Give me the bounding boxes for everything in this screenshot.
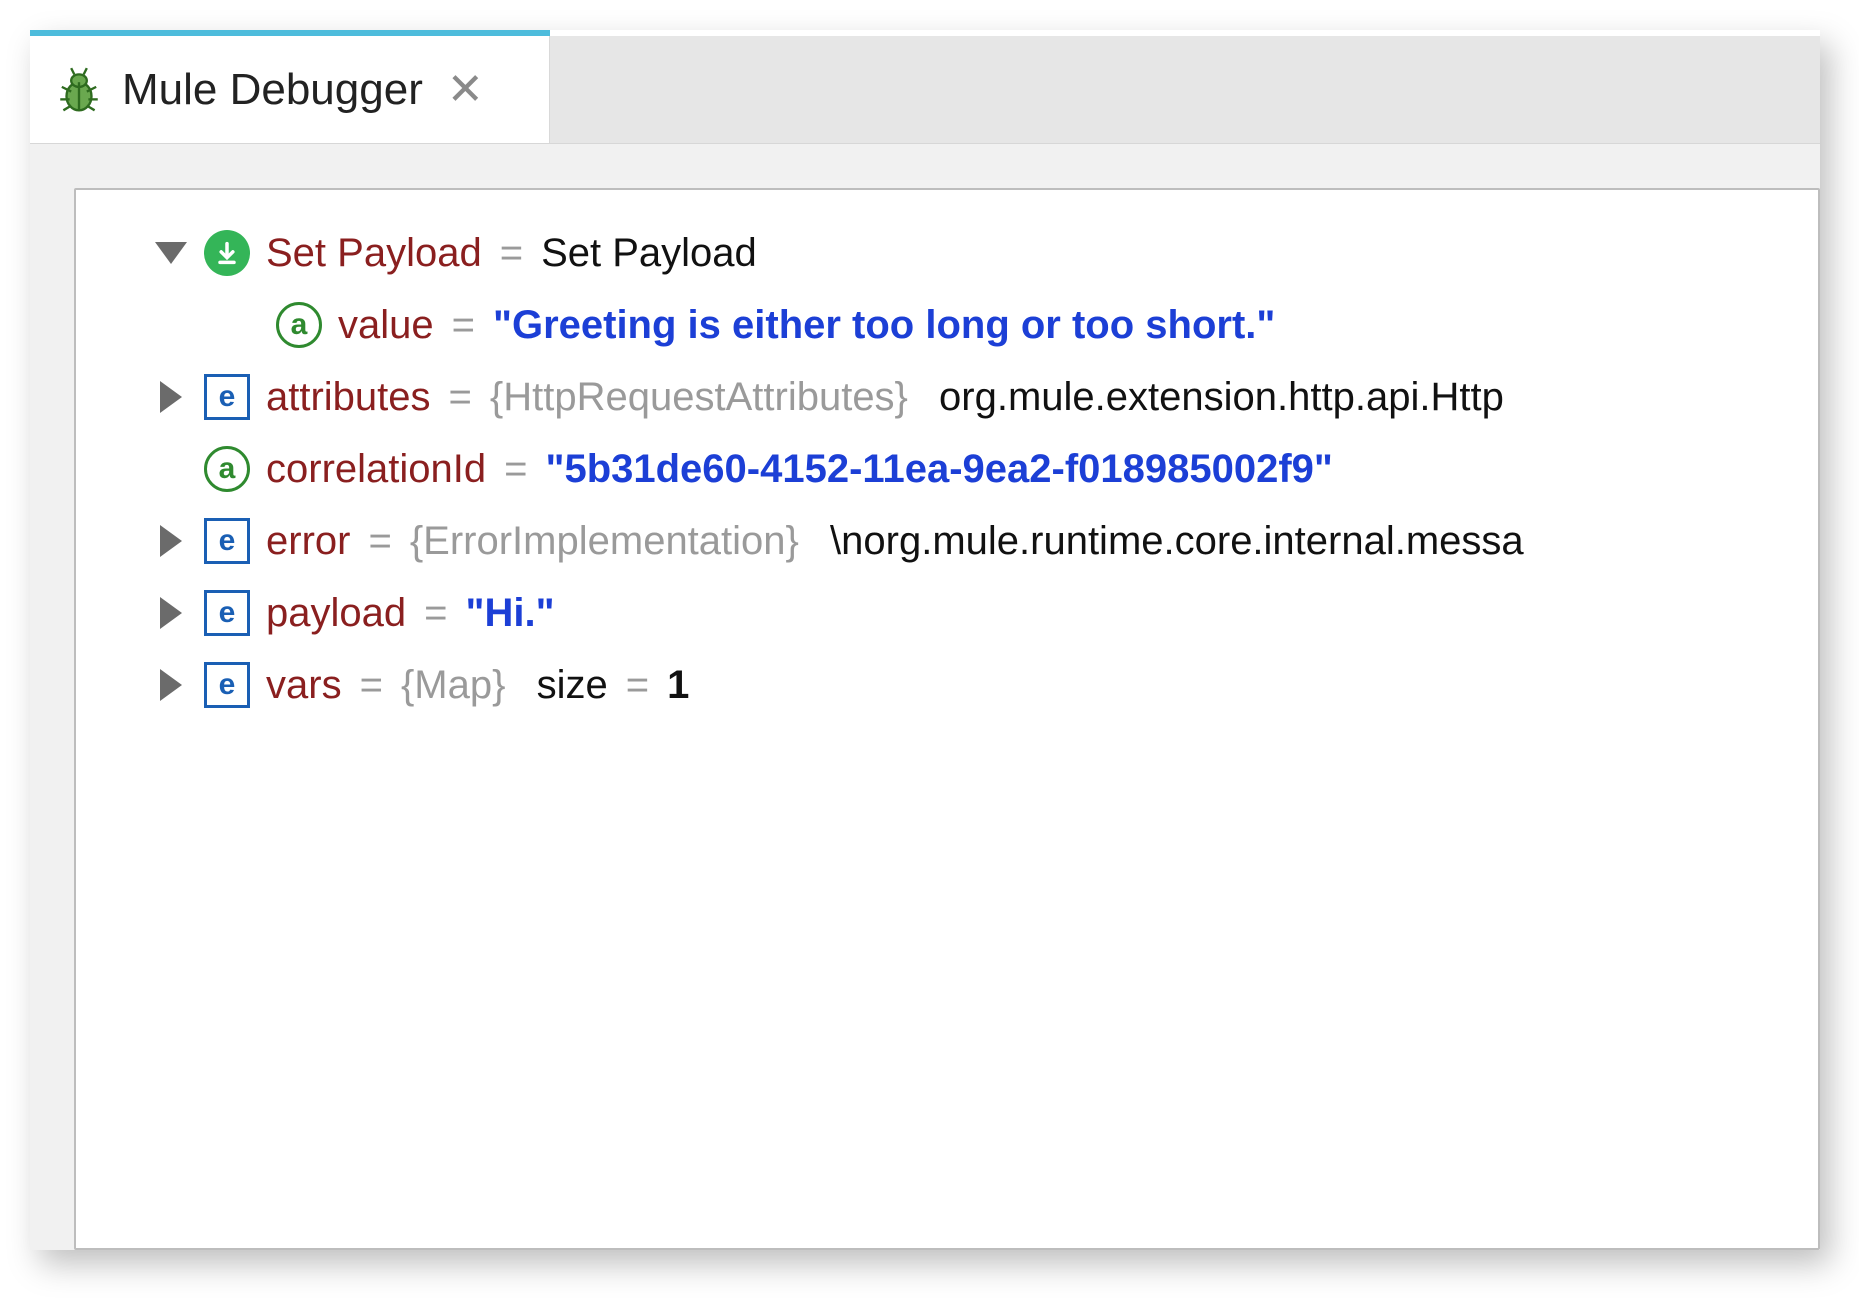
chevron-right-icon[interactable] [154,669,188,701]
tab-bar: Mule Debugger ✕ [30,36,1820,144]
element-icon: e [204,518,250,564]
element-icon: e [204,590,250,636]
bug-icon [54,65,104,115]
node-value: "5b31de60-4152-11ea-9ea2-f018985002f9" [545,449,1332,489]
debugger-panel: Mule Debugger ✕ Set Payload [30,30,1820,1250]
equals-sign: = [492,233,531,273]
size-label: size [537,665,608,705]
element-icon: e [204,374,250,420]
node-key: correlationId [266,449,486,489]
node-type: {ErrorImplementation} [410,521,799,561]
size-value: 1 [667,665,689,705]
tree-node-attributes[interactable]: e attributes = {HttpRequestAttributes} o… [154,374,1818,420]
equals-sign: = [360,521,399,561]
tree-node-correlation-id[interactable]: a correlationId = "5b31de60-4152-11ea-9e… [154,446,1818,492]
close-icon[interactable]: ✕ [447,68,484,112]
equals-sign: = [441,377,480,417]
node-key: payload [266,593,406,633]
node-key: error [266,521,350,561]
node-value: "Greeting is either too long or too shor… [493,305,1275,345]
tree-node-value[interactable]: a value = "Greeting is either too long o… [154,302,1818,348]
node-key: Set Payload [266,233,482,273]
node-value: "Hi." [465,593,554,633]
download-icon [204,230,250,276]
attribute-icon: a [204,446,250,492]
attribute-icon: a [276,302,322,348]
node-key: vars [266,665,342,705]
tab-mule-debugger[interactable]: Mule Debugger ✕ [30,36,550,143]
node-value: org.mule.extension.http.api.Http [939,377,1504,417]
chevron-right-icon[interactable] [154,381,188,413]
variables-tree: Set Payload = Set Payload a value = "Gre… [74,188,1820,1250]
tree-node-set-payload[interactable]: Set Payload = Set Payload [154,230,1818,276]
node-value: \norg.mule.runtime.core.internal.messa [830,521,1524,561]
element-icon: e [204,662,250,708]
tree-node-error[interactable]: e error = {ErrorImplementation} \norg.mu… [154,518,1818,564]
node-key: value [338,305,434,345]
chevron-down-icon[interactable] [154,242,188,264]
equals-sign: = [444,305,483,345]
node-key: attributes [266,377,431,417]
panel-wrapper: Mule Debugger ✕ Set Payload [0,0,1859,1301]
chevron-right-icon[interactable] [154,597,188,629]
node-type: {HttpRequestAttributes} [490,377,908,417]
tab-title: Mule Debugger [122,65,423,115]
equals-sign: = [618,665,657,705]
equals-sign: = [416,593,455,633]
node-value: Set Payload [541,233,757,273]
panel-body: Set Payload = Set Payload a value = "Gre… [30,144,1820,1250]
node-type: {Map} [401,665,506,705]
tree-node-payload[interactable]: e payload = "Hi." [154,590,1818,636]
equals-sign: = [352,665,391,705]
chevron-right-icon[interactable] [154,525,188,557]
equals-sign: = [496,449,535,489]
tree-node-vars[interactable]: e vars = {Map} size = 1 [154,662,1818,708]
